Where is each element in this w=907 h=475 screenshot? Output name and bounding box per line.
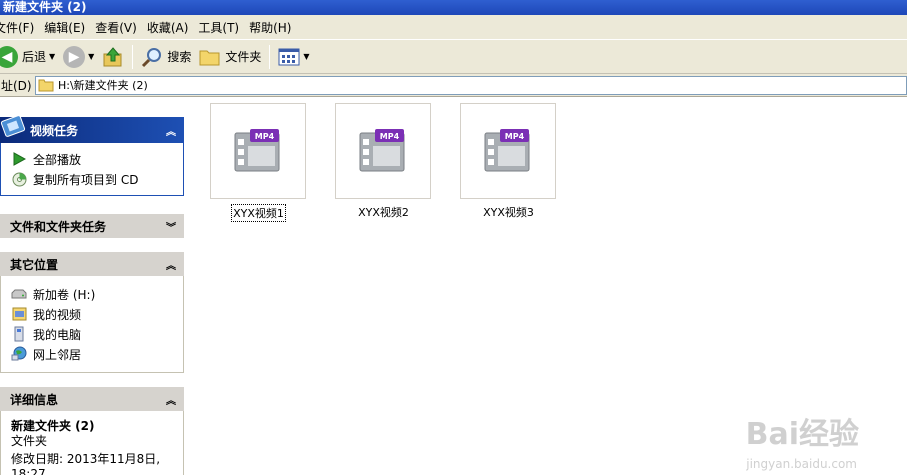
details-header[interactable]: 详细信息 ︽ [0,387,184,411]
views-button[interactable]: ▼ [274,43,313,71]
task-label: 复制所有项目到 CD [33,172,139,187]
title-bar[interactable]: 新建文件夹 (2) [0,0,907,15]
place-label: 新加卷 (H:) [33,287,96,302]
place-my-computer[interactable]: 我的电脑 [11,324,183,344]
file-thumbnail: MP4 [460,103,556,199]
place-label: 我的视频 [33,307,82,322]
toolbar-separator [132,44,134,69]
search-icon [142,47,162,67]
network-globe-icon [11,346,27,362]
file-item[interactable]: MP4 XYX视频2 [335,103,432,220]
folders-button[interactable]: 文件夹 [195,43,265,71]
expand-chevron-icon[interactable]: ︾ [166,219,176,234]
task-copy-to-cd[interactable]: 复制所有项目到 CD [11,169,183,189]
folder-icon [38,79,54,92]
file-view[interactable]: MP4 XYX视频1 MP4 XYX视频2 MP4 XYX视频3 Bai经验 j… [195,97,907,475]
file-name[interactable]: XYX视频1 [231,204,286,222]
views-grid-icon [278,48,300,65]
details-title: 详细信息 [10,392,59,407]
mp4-video-file-icon: MP4 [484,129,530,172]
svg-text:MP4: MP4 [505,132,525,141]
cd-copy-icon [11,171,27,187]
place-my-videos[interactable]: 我的视频 [11,304,183,324]
other-places-body: 新加卷 (H:) 我的视频 我的电脑 网上邻居 [0,276,184,373]
menu-bar: 文件(F) 编辑(E) 查看(V) 收藏(A) 工具(T) 帮助(H) [0,15,907,40]
back-arrow-icon: ◀ [0,45,18,68]
my-videos-icon [11,306,27,322]
address-path: H:\新建文件夹 (2) [58,79,148,92]
svg-text:MP4: MP4 [255,132,275,141]
place-label: 网上邻居 [33,347,82,362]
file-thumbnail: MP4 [335,103,431,199]
baidu-watermark: Bai经验 [745,417,859,452]
menu-file[interactable]: 文件(F) [0,19,42,36]
video-tasks-body: 全部播放 复制所有项目到 CD [0,143,184,196]
file-tasks-panel: 文件和文件夹任务 ︾ [0,214,184,238]
task-label: 全部播放 [33,152,82,167]
forward-button[interactable]: ▶ ▼ [59,43,98,71]
mp4-video-file-icon: MP4 [359,129,405,172]
folders-label: 文件夹 [225,50,262,64]
film-strip-icon [0,115,26,137]
play-icon [11,151,27,167]
video-tasks-panel: 视频任务 ︽ 全部播放 复制所有项目到 CD [0,115,184,196]
forward-dropdown-icon[interactable]: ▼ [88,52,94,61]
collapse-chevron-icon[interactable]: ︽ [166,257,176,272]
back-button[interactable]: ◀ 后退 ▼ [0,43,59,71]
place-label: 我的电脑 [33,327,82,342]
file-item[interactable]: MP4 XYX视频1 [210,103,307,222]
up-folder-icon [103,46,122,66]
details-body: 新建文件夹 (2) 文件夹 修改日期: 2013年11月8日, 18:27 [0,411,184,475]
menu-view[interactable]: 查看(V) [95,19,145,36]
menu-tools[interactable]: 工具(T) [198,19,247,36]
computer-icon [11,326,27,342]
menu-favorites[interactable]: 收藏(A) [147,19,197,36]
other-places-title: 其它位置 [10,257,59,272]
views-dropdown-icon[interactable]: ▼ [303,52,309,61]
place-network[interactable]: 网上邻居 [11,344,183,364]
folder-icon [199,50,220,65]
back-label: 后退 [22,50,47,64]
collapse-chevron-icon[interactable]: ︽ [166,392,176,407]
details-panel: 详细信息 ︽ 新建文件夹 (2) 文件夹 修改日期: 2013年11月8日, 1… [0,387,184,475]
file-tasks-title: 文件和文件夹任务 [10,219,107,234]
place-drive-h[interactable]: 新加卷 (H:) [11,284,183,304]
up-folder-button[interactable] [98,43,128,71]
collapse-chevron-icon[interactable]: ︽ [166,123,176,138]
forward-arrow-icon: ▶ [63,45,86,68]
task-pane: 视频任务 ︽ 全部播放 复制所有项目到 CD 文件和文件夹任务 ︾ 其它位置 ︽… [0,97,195,475]
address-label: 址(D) [1,78,32,93]
search-label: 搜索 [167,50,192,64]
video-tasks-header[interactable]: 视频任务 ︽ [0,117,184,143]
file-name[interactable]: XYX视频2 [357,204,410,220]
details-modified: 修改日期: 2013年11月8日, [11,452,161,466]
mp4-video-file-icon: MP4 [234,129,280,172]
back-dropdown-icon[interactable]: ▼ [49,52,55,61]
address-bar: 址(D) H:\新建文件夹 (2) [0,74,907,97]
details-name: 新建文件夹 (2) [11,419,95,433]
search-button[interactable]: 搜索 [137,43,195,71]
baidu-watermark-url: jingyan.baidu.com [746,457,857,471]
task-play-all[interactable]: 全部播放 [11,149,183,169]
menu-help[interactable]: 帮助(H) [249,19,299,36]
menu-edit[interactable]: 编辑(E) [44,19,93,36]
details-time: 18:27 [11,467,46,475]
toolbar: ◀ 后退 ▼ ▶ ▼ 搜索 文件夹 ▼ [0,40,907,74]
other-places-panel: 其它位置 ︽ 新加卷 (H:) 我的视频 我的电脑 网上邻居 [0,252,184,373]
file-item[interactable]: MP4 XYX视频3 [460,103,557,220]
toolbar-separator [269,44,271,69]
drive-icon [11,286,27,302]
other-places-header[interactable]: 其它位置 ︽ [0,252,184,276]
file-tasks-header[interactable]: 文件和文件夹任务 ︾ [0,214,184,238]
video-tasks-title: 视频任务 [30,123,79,138]
window-title: 新建文件夹 (2) [3,0,87,14]
address-input[interactable]: H:\新建文件夹 (2) [35,75,907,95]
svg-text:MP4: MP4 [380,132,400,141]
file-name[interactable]: XYX视频3 [482,204,535,220]
file-thumbnail: MP4 [210,103,306,199]
details-type: 文件夹 [11,434,48,448]
